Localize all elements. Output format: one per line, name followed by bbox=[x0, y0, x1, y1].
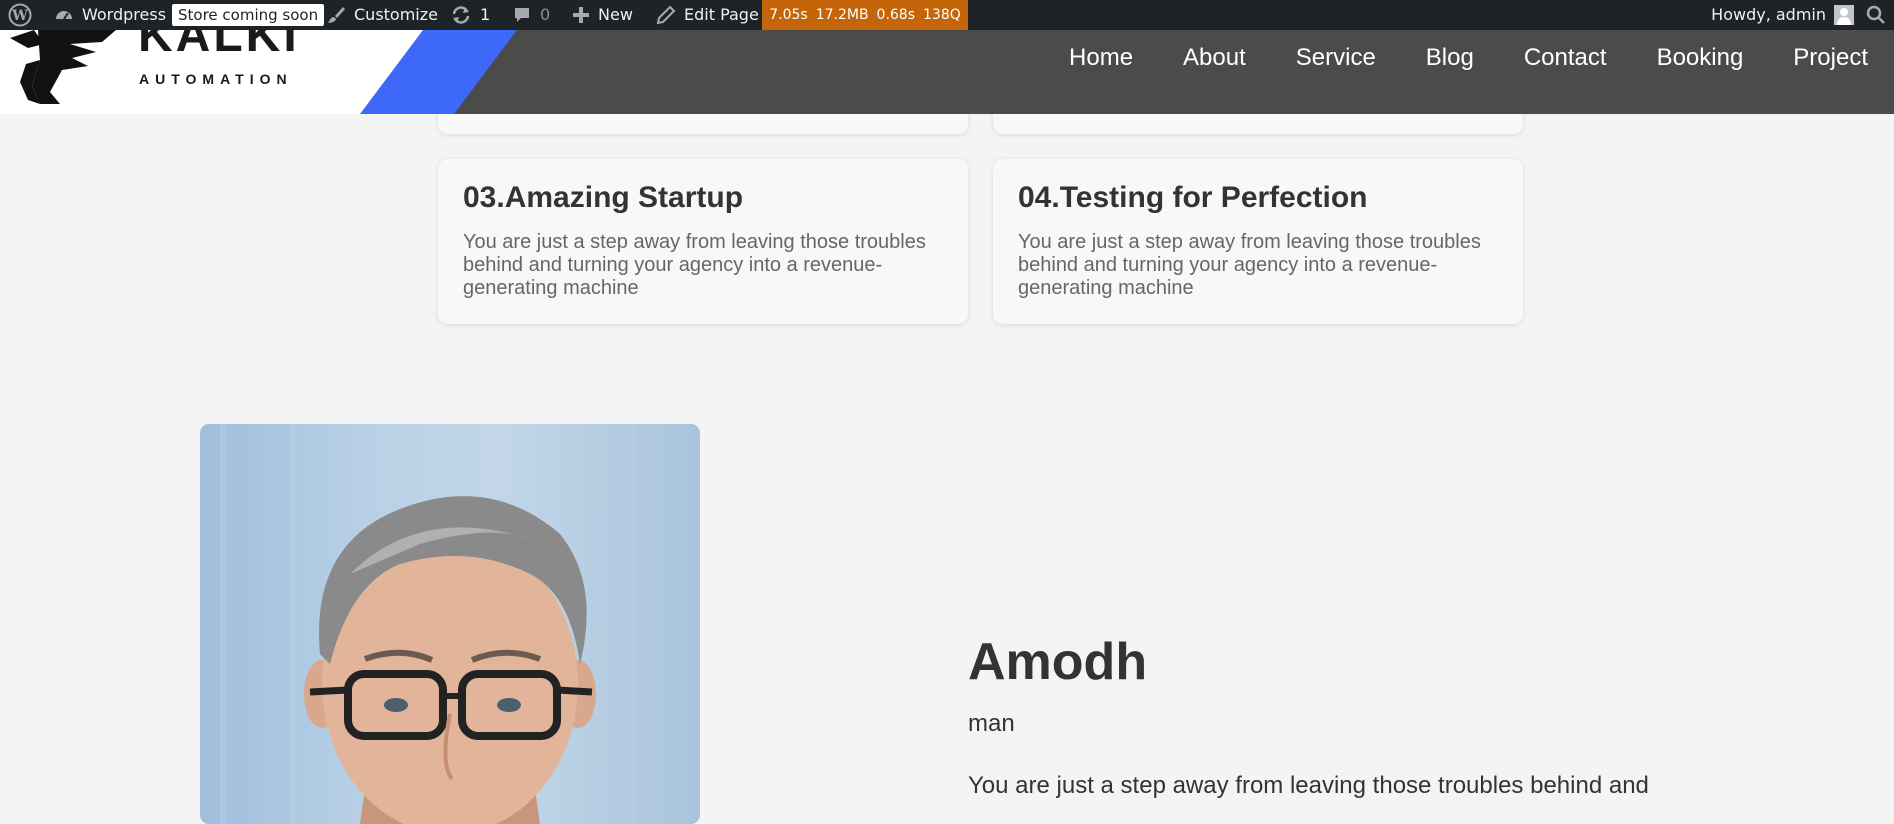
nav-about[interactable]: About bbox=[1183, 44, 1246, 72]
updates-refresh-icon bbox=[450, 5, 472, 25]
wordpress-logo-icon[interactable]: W bbox=[8, 0, 32, 30]
site-name-link[interactable]: Wordpress bbox=[54, 0, 166, 30]
site-name: Wordpress bbox=[82, 5, 167, 24]
comment-bubble-icon bbox=[512, 5, 532, 25]
step-title: 03.Amazing Startup bbox=[463, 181, 744, 214]
store-coming-soon-badge[interactable]: Store coming soon bbox=[172, 0, 325, 30]
step-card-03: 03.Amazing Startup You are just a step a… bbox=[438, 159, 968, 324]
nav-contact[interactable]: Contact bbox=[1524, 44, 1607, 72]
store-badge-label: Store coming soon bbox=[172, 4, 325, 26]
nav-service[interactable]: Service bbox=[1296, 44, 1376, 72]
site-header: KALKI AUTOMATION Home About Service Blog… bbox=[0, 30, 1894, 114]
portrait-illustration bbox=[220, 424, 636, 824]
my-account-menu[interactable]: Howdy, admin bbox=[1711, 0, 1854, 30]
nav-booking[interactable]: Booking bbox=[1657, 44, 1744, 72]
comments-count: 0 bbox=[540, 5, 551, 24]
qm-page-time: 7.05s bbox=[769, 7, 808, 23]
qm-db-time: 0.68s bbox=[876, 7, 916, 23]
step-description: You are just a step away from leaving th… bbox=[463, 231, 926, 299]
paintbrush-icon bbox=[326, 5, 346, 25]
updates-link[interactable]: 1 bbox=[450, 0, 490, 30]
new-label: New bbox=[598, 5, 633, 24]
nav-home[interactable]: Home bbox=[1069, 44, 1133, 72]
svg-text:W: W bbox=[11, 8, 28, 24]
customize-link[interactable]: Customize bbox=[326, 0, 438, 30]
updates-count: 1 bbox=[480, 5, 491, 24]
nav-blog[interactable]: Blog bbox=[1426, 44, 1474, 72]
member-name: Amodh bbox=[968, 633, 1148, 691]
kalki-horse-logo-icon bbox=[10, 30, 116, 104]
dashboard-icon bbox=[54, 5, 74, 25]
step-card-04: 04.Testing for Perfection You are just a… bbox=[993, 159, 1523, 324]
member-bio: You are just a step away from leaving th… bbox=[968, 772, 1649, 799]
member-role: man bbox=[968, 710, 1015, 737]
edit-page-label: Edit Page bbox=[684, 5, 759, 24]
qm-memory: 17.2MB bbox=[815, 7, 869, 23]
main-navigation: Home About Service Blog Contact Booking … bbox=[1069, 30, 1894, 85]
step-title: 04.Testing for Perfection bbox=[1018, 181, 1368, 214]
logo-wordmark: KALKI bbox=[138, 30, 300, 62]
comments-link[interactable]: 0 bbox=[512, 0, 550, 30]
admin-search-icon[interactable] bbox=[1866, 0, 1886, 30]
customize-label: Customize bbox=[354, 5, 438, 24]
site-logo-link[interactable]: KALKI AUTOMATION bbox=[0, 30, 340, 114]
member-portrait-photo bbox=[200, 424, 700, 824]
plus-icon bbox=[572, 6, 590, 24]
query-monitor-stats[interactable]: 7.05s 17.2MB 0.68s 138Q bbox=[762, 0, 968, 30]
pencil-icon bbox=[656, 5, 676, 25]
avatar bbox=[1834, 5, 1854, 25]
qm-query-count: 138Q bbox=[923, 7, 961, 23]
logo-tagline: AUTOMATION bbox=[139, 71, 293, 87]
nav-project[interactable]: Project bbox=[1793, 44, 1868, 72]
wp-admin-bar: W Wordpress Store coming soon Customize bbox=[0, 0, 1894, 30]
edit-page-link[interactable]: Edit Page bbox=[656, 0, 759, 30]
new-content-link[interactable]: New bbox=[572, 0, 633, 30]
step-description: You are just a step away from leaving th… bbox=[1018, 231, 1481, 299]
howdy-label: Howdy, admin bbox=[1711, 5, 1826, 24]
